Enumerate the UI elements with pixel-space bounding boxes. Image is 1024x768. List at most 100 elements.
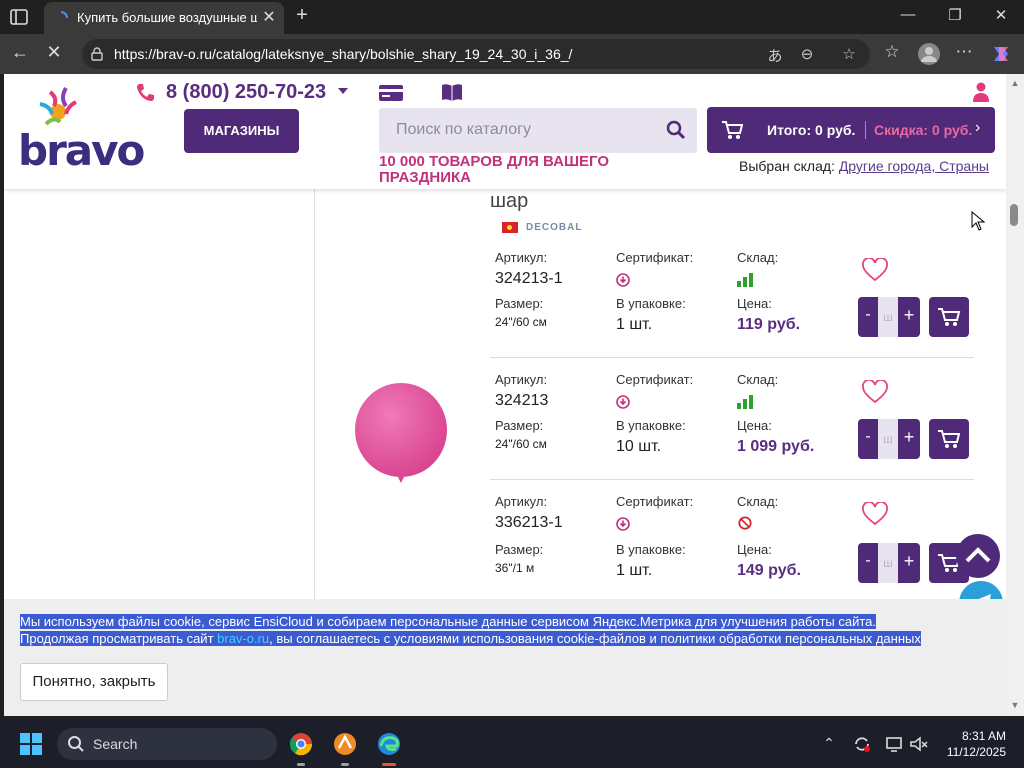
user-account-icon[interactable] [972, 82, 990, 102]
balloon-image[interactable] [354, 383, 448, 485]
windows-taskbar: Search ⌃ 8:31 AM 11/12/2025 [0, 720, 1024, 768]
quantity-stepper: - ш + [858, 419, 920, 459]
cookie-site-link[interactable]: brav-o.ru [217, 631, 270, 646]
settings-menu-icon[interactable]: ⋯ [952, 42, 976, 62]
window-close-button[interactable]: ✕ [986, 6, 1016, 24]
quantity-minus-button[interactable]: - [862, 428, 874, 446]
add-to-cart-button[interactable] [929, 297, 969, 337]
quantity-input[interactable]: ш [878, 543, 898, 583]
add-to-cart-button[interactable] [929, 419, 969, 459]
favorites-icon[interactable]: ☆ [880, 42, 904, 62]
out-of-stock-icon [738, 516, 752, 530]
quantity-minus-button[interactable]: - [862, 552, 874, 570]
quantity-stepper: - ш + [858, 297, 920, 337]
new-tab-button[interactable]: + [290, 4, 314, 27]
cookie-line-1: Мы используем файлы cookie, сервис EnsiC… [20, 614, 877, 629]
quantity-plus-button[interactable]: + [902, 551, 916, 572]
size-label: Размер: [495, 296, 544, 311]
tagline: 10 000 ТОВАРОВ ДЛЯ ВАШЕГО ПРАЗДНИКА [379, 153, 610, 186]
price-value: 1 099 руб. [737, 438, 815, 455]
quantity-input[interactable]: ш [878, 419, 898, 459]
quantity-minus-button[interactable]: - [862, 306, 874, 324]
scroll-down-arrow[interactable]: ▼ [1009, 700, 1021, 710]
certificate-label: Сертификат: [616, 494, 694, 509]
search-icon[interactable] [666, 120, 686, 140]
system-clock[interactable]: 8:31 AM 11/12/2025 [918, 728, 1006, 760]
catalog-search-input[interactable]: Поиск по каталогу [379, 108, 697, 153]
quantity-plus-button[interactable]: + [902, 427, 916, 448]
site-header: bravo 8 (800) 250-70-23 МАГАЗИНЫ Поиск п… [4, 74, 1006, 189]
favorite-heart-icon[interactable] [862, 258, 888, 282]
loading-icon [60, 11, 68, 19]
lock-icon[interactable] [90, 47, 104, 61]
logo[interactable]: bravo [18, 126, 145, 175]
size-value: 24"/60 см [495, 437, 547, 451]
more-actions-icon[interactable]: ⊖ [796, 45, 818, 63]
pack-label: В упаковке: [616, 418, 686, 433]
size-value: 36"/1 м [495, 561, 535, 575]
article-value: 336213-1 [495, 514, 563, 531]
tab-actions-icon[interactable] [8, 7, 30, 27]
scroll-to-top-button[interactable] [956, 534, 1000, 578]
display-icon[interactable] [885, 734, 905, 754]
price-value: 149 руб. [737, 562, 801, 579]
quantity-stepper: - ш + [858, 543, 920, 583]
favorite-heart-icon[interactable] [862, 380, 888, 404]
browser-titlebar: Купить большие воздушные шар ✕ + — ❐ ✕ [0, 0, 1024, 34]
windows-start-icon[interactable] [20, 733, 42, 755]
catalog-book-icon[interactable] [441, 82, 463, 102]
tray-overflow-chevron-icon[interactable]: ⌃ [818, 735, 840, 752]
edge-taskbar-button[interactable] [373, 728, 405, 766]
taskbar-search-label: Search [93, 736, 138, 752]
maximize-button[interactable]: ❐ [940, 6, 970, 24]
certificate-download-icon[interactable] [616, 517, 630, 531]
shops-button[interactable]: МАГАЗИНЫ [184, 109, 299, 153]
page-scrollbar[interactable]: ▲ ▼ [1006, 74, 1024, 716]
back-button[interactable]: ← [8, 42, 32, 63]
chrome-taskbar-button[interactable] [285, 728, 317, 766]
certificate-download-icon[interactable] [616, 395, 630, 409]
scrollbar-thumb[interactable] [1010, 204, 1018, 226]
article-value: 324213-1 [495, 270, 563, 287]
card-icon[interactable] [378, 84, 404, 102]
variant-row: Артикул: 324213 Сертификат: Склад: Разме… [490, 358, 974, 480]
article-value: 324213 [495, 392, 549, 409]
scroll-up-arrow[interactable]: ▲ [1009, 78, 1021, 88]
quantity-plus-button[interactable]: + [902, 305, 916, 326]
browser-tab[interactable]: Купить большие воздушные шар ✕ [44, 2, 284, 34]
sync-icon[interactable] [852, 734, 872, 754]
favorite-heart-icon[interactable] [862, 502, 888, 526]
cart-icon [722, 121, 743, 139]
search-placeholder: Поиск по каталогу [396, 121, 531, 138]
phone-dropdown-icon[interactable] [338, 88, 348, 94]
read-aloud-icon[interactable]: あ [764, 45, 786, 66]
warehouse-selector: Выбран склад: Другие города, Страны [739, 158, 989, 174]
size-value: 24"/60 см [495, 315, 547, 329]
tab-close-button[interactable]: ✕ [259, 7, 279, 27]
running-indicator [297, 763, 305, 766]
tab-title: Купить большие воздушные шар [77, 10, 257, 25]
url-text[interactable]: https://brav-o.ru/catalog/lateksnye_shar… [114, 46, 572, 62]
stop-button[interactable]: ✕ [42, 42, 66, 63]
address-bar[interactable]: https://brav-o.ru/catalog/lateksnye_shar… [82, 39, 870, 69]
minimize-button[interactable]: — [893, 6, 923, 23]
edge-icon [378, 733, 400, 755]
article-label: Артикул: [495, 494, 548, 509]
price-value: 119 руб. [737, 316, 801, 333]
quantity-input[interactable]: ш [878, 297, 898, 337]
warehouse-link[interactable]: Другие города, Страны [839, 158, 989, 174]
cart-summary-button[interactable]: Итого: 0 руб. Скидка: 0 руб. › [707, 107, 995, 153]
profile-avatar-icon[interactable] [917, 42, 941, 66]
size-label: Размер: [495, 418, 544, 433]
favorite-star-icon[interactable]: ☆ [838, 45, 860, 63]
pack-label: В упаковке: [616, 296, 686, 311]
taskbar-search[interactable]: Search [57, 728, 277, 760]
certificate-download-icon[interactable] [616, 273, 630, 287]
app-taskbar-button[interactable] [329, 728, 361, 766]
pack-value: 1 шт. [616, 562, 653, 579]
cookie-accept-button[interactable]: Понятно, закрыть [20, 663, 168, 701]
phone-number[interactable]: 8 (800) 250-70-23 [166, 81, 326, 104]
copilot-icon[interactable] [990, 43, 1012, 65]
cookie-banner: Мы используем файлы cookie, сервис EnsiC… [4, 599, 1006, 716]
product-title[interactable]: шар [490, 190, 528, 213]
